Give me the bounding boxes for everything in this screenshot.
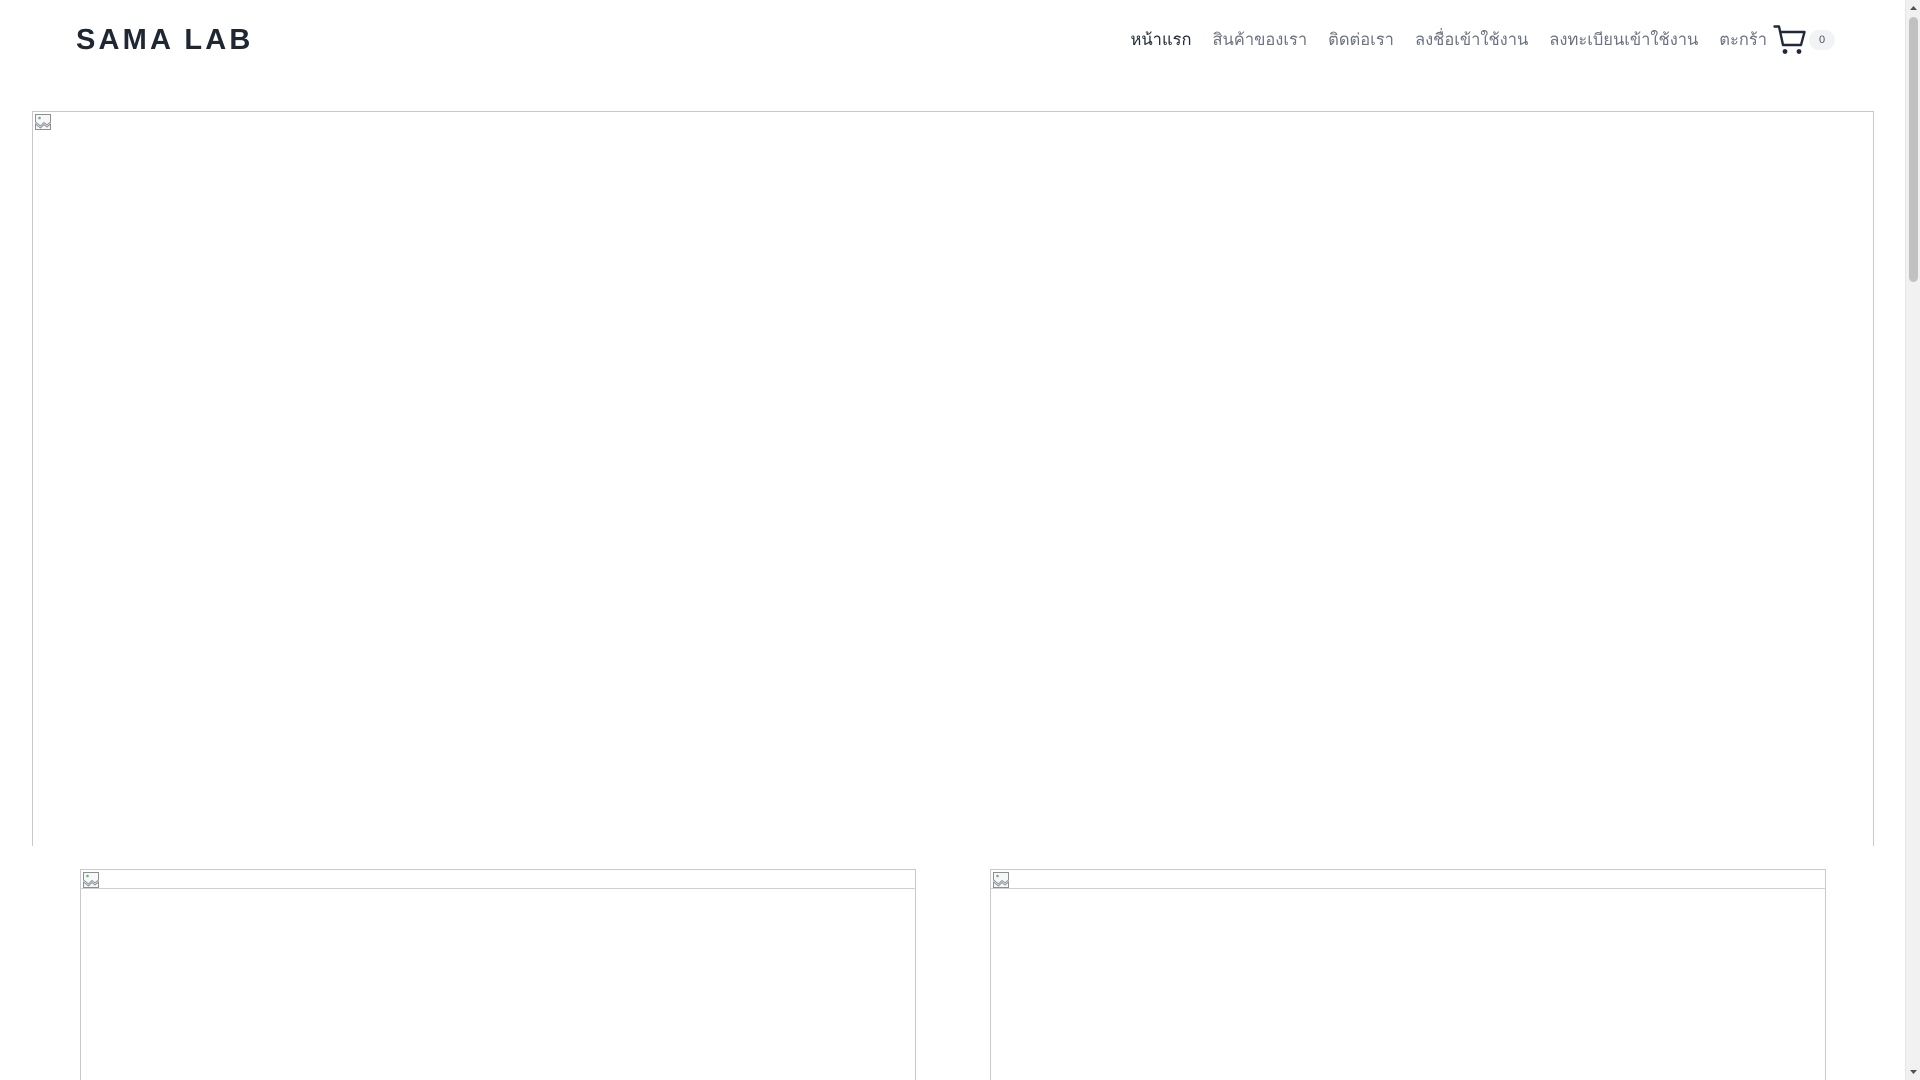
nav-item-login[interactable]: ลงชื่อเข้าใช้งาน (1415, 18, 1528, 62)
scroll-up-arrow-icon[interactable] (1906, 0, 1920, 17)
broken-image-icon (993, 872, 1009, 888)
nav-item-home[interactable]: หน้าแรก (1131, 18, 1192, 62)
nav-item-register[interactable]: ลงทะเบียนเข้าใช้งาน (1549, 18, 1698, 62)
thumb-left-bottom-edge (80, 888, 916, 889)
broken-image-icon (35, 114, 51, 130)
site-header: SAMA LAB หน้าแรก สินค้าของเรา ติดต่อเรา … (0, 0, 1905, 80)
nav-item-contact[interactable]: ติดต่อเรา (1328, 18, 1394, 62)
product-image-right[interactable] (990, 869, 1826, 1080)
site-logo[interactable]: SAMA LAB (76, 20, 254, 60)
cart-count-badge: 0 (1809, 30, 1835, 50)
shopping-cart-icon (1773, 25, 1806, 54)
page: SAMA LAB หน้าแรก สินค้าของเรา ติดต่อเรา … (0, 0, 1905, 1080)
scroll-down-arrow-icon[interactable] (1906, 1063, 1920, 1080)
cart-label: ตะกร้า (1719, 30, 1767, 49)
cart-button[interactable]: ตะกร้า 0 (1719, 23, 1835, 57)
broken-image-icon (83, 872, 99, 888)
nav-item-products[interactable]: สินค้าของเรา (1212, 18, 1307, 62)
scrollbar-thumb[interactable] (1909, 17, 1918, 282)
product-image-left[interactable] (80, 869, 916, 1080)
hero-image (32, 111, 1874, 846)
main-nav: หน้าแรก สินค้าของเรา ติดต่อเรา ลงชื่อเข้… (1110, 18, 1835, 62)
vertical-scrollbar[interactable] (1905, 0, 1920, 1080)
thumb-right-bottom-edge (990, 888, 1826, 889)
